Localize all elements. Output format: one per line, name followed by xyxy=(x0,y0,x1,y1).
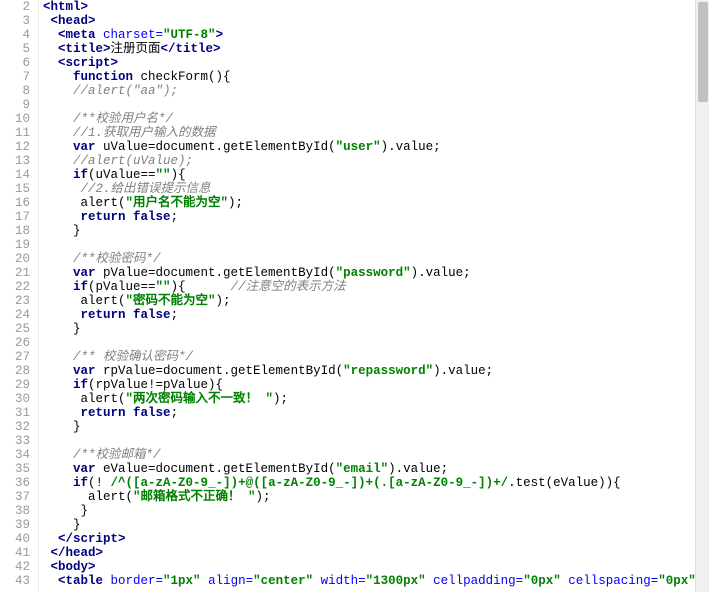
line-number: 38 xyxy=(0,504,30,518)
code-line: <table border="1px" align="center" width… xyxy=(43,574,709,588)
line-number: 43 xyxy=(0,574,30,588)
line-number: 16 xyxy=(0,196,30,210)
code-line xyxy=(43,434,709,448)
line-number: 2 xyxy=(0,0,30,14)
code-line: <meta charset="UTF-8"> xyxy=(43,28,709,42)
line-number: 34 xyxy=(0,448,30,462)
code-line: alert("密码不能为空"); xyxy=(43,294,709,308)
line-number: 12 xyxy=(0,140,30,154)
code-line: if(uValue==""){ xyxy=(43,168,709,182)
code-line: } xyxy=(43,322,709,336)
line-number: 21 xyxy=(0,266,30,280)
code-line: } xyxy=(43,518,709,532)
code-line: </script> xyxy=(43,532,709,546)
code-line: /**校验用户名*/ xyxy=(43,112,709,126)
code-line: if(rpValue!=pValue){ xyxy=(43,378,709,392)
code-line: var rpValue=document.getElementById("rep… xyxy=(43,364,709,378)
code-line: var pValue=document.getElementById("pass… xyxy=(43,266,709,280)
line-number: 11 xyxy=(0,126,30,140)
line-number: 39 xyxy=(0,518,30,532)
line-number: 29 xyxy=(0,378,30,392)
code-content[interactable]: <html> <head> <meta charset="UTF-8"> <ti… xyxy=(38,0,709,592)
line-number: 37 xyxy=(0,490,30,504)
code-line: } xyxy=(43,224,709,238)
line-number: 31 xyxy=(0,406,30,420)
line-number: 14 xyxy=(0,168,30,182)
code-line: //alert("aa"); xyxy=(43,84,709,98)
line-number: 5 xyxy=(0,42,30,56)
code-line: /** 校验确认密码*/ xyxy=(43,350,709,364)
code-line: </head> xyxy=(43,546,709,560)
line-number: 41 xyxy=(0,546,30,560)
line-number: 24 xyxy=(0,308,30,322)
code-editor: 2345678910111213141516171819202122232425… xyxy=(0,0,709,592)
code-line: var uValue=document.getElementById("user… xyxy=(43,140,709,154)
line-number: 6 xyxy=(0,56,30,70)
code-line: } xyxy=(43,420,709,434)
line-number: 18 xyxy=(0,224,30,238)
line-number-gutter: 2345678910111213141516171819202122232425… xyxy=(0,0,38,592)
code-line: if(pValue==""){ //注意空的表示方法 xyxy=(43,280,709,294)
code-line: } xyxy=(43,504,709,518)
code-line: //alert(uValue); xyxy=(43,154,709,168)
code-line: alert("邮箱格式不正确！ "); xyxy=(43,490,709,504)
code-line: alert("用户名不能为空"); xyxy=(43,196,709,210)
line-number: 42 xyxy=(0,560,30,574)
line-number: 36 xyxy=(0,476,30,490)
code-line xyxy=(43,98,709,112)
line-number: 7 xyxy=(0,70,30,84)
code-line xyxy=(43,336,709,350)
code-line: return false; xyxy=(43,406,709,420)
code-line: <head> xyxy=(43,14,709,28)
line-number: 9 xyxy=(0,98,30,112)
line-number: 33 xyxy=(0,434,30,448)
line-number: 3 xyxy=(0,14,30,28)
code-line: alert("两次密码输入不一致！ "); xyxy=(43,392,709,406)
line-number: 8 xyxy=(0,84,30,98)
scrollbar-thumb[interactable] xyxy=(698,2,708,102)
code-line: if(! /^([a-zA-Z0-9_-])+@([a-zA-Z0-9_-])+… xyxy=(43,476,709,490)
code-line: /**校验邮箱*/ xyxy=(43,448,709,462)
line-number: 40 xyxy=(0,532,30,546)
code-line: return false; xyxy=(43,210,709,224)
code-line: //2.给出错误提示信息 xyxy=(43,182,709,196)
line-number: 20 xyxy=(0,252,30,266)
code-line: var eValue=document.getElementById("emai… xyxy=(43,462,709,476)
line-number: 17 xyxy=(0,210,30,224)
line-number: 27 xyxy=(0,350,30,364)
code-line: <body> xyxy=(43,560,709,574)
code-line: <title>注册页面</title> xyxy=(43,42,709,56)
line-number: 26 xyxy=(0,336,30,350)
line-number: 4 xyxy=(0,28,30,42)
code-line: //1.获取用户输入的数据 xyxy=(43,126,709,140)
code-line: return false; xyxy=(43,308,709,322)
line-number: 22 xyxy=(0,280,30,294)
line-number: 28 xyxy=(0,364,30,378)
line-number: 15 xyxy=(0,182,30,196)
code-line: /**校验密码*/ xyxy=(43,252,709,266)
line-number: 32 xyxy=(0,420,30,434)
code-line: <script> xyxy=(43,56,709,70)
code-line: function checkForm(){ xyxy=(43,70,709,84)
vertical-scrollbar[interactable] xyxy=(695,0,709,592)
line-number: 35 xyxy=(0,462,30,476)
line-number: 19 xyxy=(0,238,30,252)
line-number: 30 xyxy=(0,392,30,406)
line-number: 25 xyxy=(0,322,30,336)
code-line: <html> xyxy=(43,0,709,14)
line-number: 10 xyxy=(0,112,30,126)
line-number: 23 xyxy=(0,294,30,308)
line-number: 13 xyxy=(0,154,30,168)
code-line xyxy=(43,238,709,252)
